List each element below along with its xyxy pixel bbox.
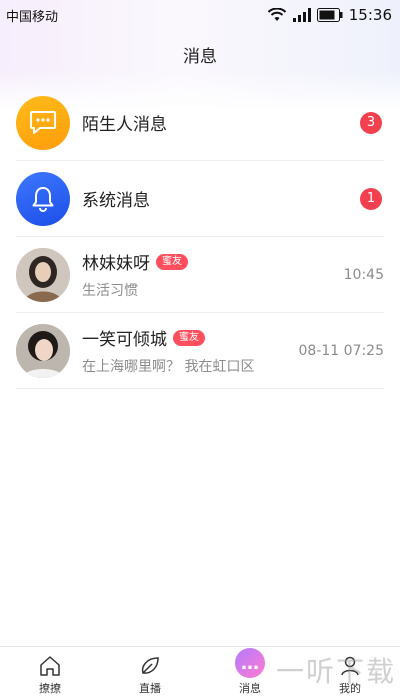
page-title: 消息 — [183, 47, 217, 67]
message-preview: 生活习惯 — [82, 283, 138, 299]
conversation-name: 林妹妹呀 — [82, 254, 150, 274]
tab-label: 撩撩 — [39, 682, 61, 695]
carrier-label: 中国移动 — [6, 9, 59, 25]
message-preview: 在上海哪里啊？ 我在虹口区 — [82, 359, 255, 375]
wifi-icon — [267, 8, 286, 21]
tab-label: 消息 — [239, 682, 261, 695]
list-item-conversation[interactable]: 林妹妹呀 蜜友 生活习惯 10:45 — [16, 237, 384, 313]
unread-badge: 1 — [360, 187, 382, 210]
tab-label: 直播 — [139, 682, 161, 695]
friend-tag: 蜜友 — [156, 253, 188, 270]
tab-label: 我的 — [339, 682, 361, 695]
name-line: 一笑可倾城 蜜友 — [82, 325, 254, 350]
tab-messages[interactable]: … 消息 — [210, 646, 290, 700]
conversation-text: 林妹妹呀 蜜友 生活习惯 — [82, 249, 188, 300]
status-bar: 中国移动 15:36 — [0, 0, 400, 30]
message-time: 10:45 — [343, 266, 384, 283]
conversation-name: 系统消息 — [82, 191, 150, 211]
tab-profile[interactable]: 我的 — [310, 646, 390, 700]
status-time: 15:36 — [348, 6, 392, 24]
conversation-name: 陌生人消息 — [82, 115, 167, 135]
friend-tag: 蜜友 — [173, 329, 205, 346]
conversation-text: 一笑可倾城 蜜友 在上海哪里啊？ 我在虹口区 — [82, 325, 254, 376]
message-time: 08-11 07:25 — [298, 342, 384, 359]
stranger-messages-avatar — [16, 95, 70, 150]
bottom-tab-bar: 撩撩 直播 … 消息 我的 — [0, 646, 400, 700]
list-item-conversation[interactable]: 一笑可倾城 蜜友 在上海哪里啊？ 我在虹口区 08-11 07:25 — [16, 313, 384, 389]
avatar — [16, 247, 70, 302]
message-icon: … — [235, 648, 265, 678]
system-messages-text: 系统消息 — [82, 186, 150, 211]
conversation-name: 一笑可倾城 — [82, 330, 167, 350]
unread-badge: 3 — [360, 111, 382, 134]
tab-liaoliao[interactable]: 撩撩 — [10, 646, 90, 700]
bell-icon — [32, 186, 54, 212]
list-item-system-messages[interactable]: 系统消息 1 — [16, 161, 384, 237]
stranger-messages-text: 陌生人消息 — [82, 110, 167, 135]
signal-icon — [292, 8, 311, 22]
user-photo-icon — [16, 323, 70, 378]
tab-live[interactable]: 直播 — [110, 646, 190, 700]
user-photo-icon — [16, 247, 70, 302]
profile-icon — [341, 656, 359, 676]
avatar — [16, 323, 70, 378]
system-messages-avatar — [16, 171, 70, 226]
status-indicators: 15:36 — [267, 6, 392, 24]
battery-icon — [316, 8, 343, 22]
name-line: 林妹妹呀 蜜友 — [82, 249, 188, 274]
home-icon — [40, 656, 60, 676]
chat-bubble-icon — [30, 110, 56, 134]
message-list: 陌生人消息 3 系统消息 1 林妹妹呀 蜜友 生活习惯 10:45 一笑可倾城 … — [16, 85, 384, 389]
leaf-icon — [141, 657, 159, 674]
list-item-stranger-messages[interactable]: 陌生人消息 3 — [16, 85, 384, 161]
